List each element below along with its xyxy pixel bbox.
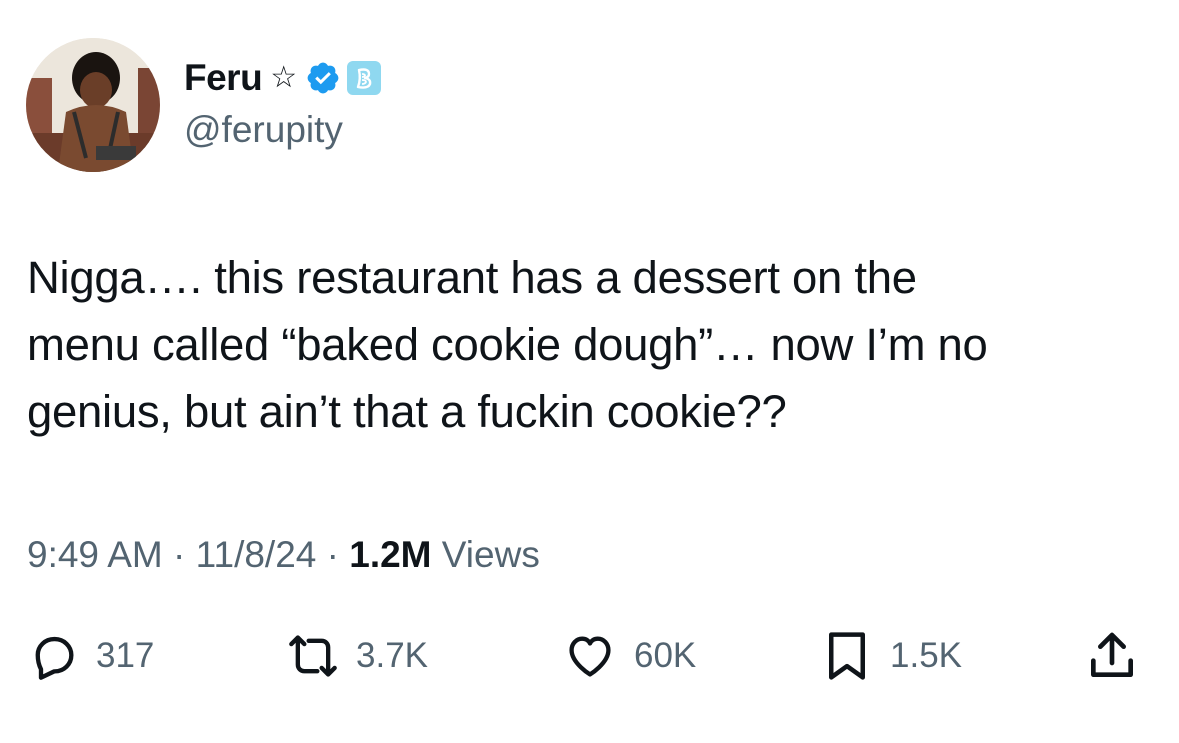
share-icon — [1091, 632, 1133, 677]
bookmark-count: 1.5K — [890, 636, 962, 675]
like-count: 60K — [634, 636, 697, 675]
tweet-text-line: genius, but ain’t that a fuckin cookie?? — [27, 386, 787, 437]
display-name[interactable]: Feru — [184, 56, 263, 100]
repost-button[interactable]: 3.7K — [286, 622, 428, 690]
heart-icon — [569, 636, 611, 677]
views-label: Views — [441, 534, 540, 575]
like-button[interactable]: 60K — [562, 622, 696, 690]
avatar-image — [26, 38, 160, 172]
tweet-text-line: Nigga…. this restaurant has a dessert on… — [27, 252, 917, 303]
tweet-text: Nigga…. this restaurant has a dessert on… — [27, 244, 1157, 445]
reply-count: 317 — [96, 636, 155, 675]
reply-icon — [35, 636, 74, 680]
tweet-meta: 9:49 AM · 11/8/24 · 1.2M Views — [27, 530, 540, 580]
action-bar: 317 3.7K 60K 1.5K — [0, 622, 1179, 690]
share-button[interactable] — [1084, 622, 1140, 690]
verified-badge-icon[interactable] — [305, 60, 341, 96]
author-name-row: Feru ☆ — [184, 56, 382, 100]
bookmark-button[interactable]: 1.5K — [820, 622, 962, 690]
repost-icon — [289, 635, 337, 677]
star-icon: ☆ — [270, 60, 298, 95]
views-count: 1.2M — [349, 534, 432, 575]
author-handle[interactable]: @ferupity — [184, 108, 343, 152]
reply-button[interactable]: 317 — [28, 622, 154, 690]
tweet-date[interactable]: 11/8/24 — [196, 534, 317, 575]
bookmark-icon — [829, 632, 865, 680]
tweet-text-line: menu called “baked cookie dough”… now I’… — [27, 319, 988, 370]
tweet-card: Feru ☆ @ferupity Nigga…. this restaurant… — [0, 0, 1179, 743]
tweet-time[interactable]: 9:49 AM — [27, 534, 163, 575]
repost-count: 3.7K — [356, 636, 428, 675]
avatar[interactable] — [26, 38, 160, 172]
affiliate-badge-icon[interactable] — [347, 61, 382, 95]
meta-separator: · — [173, 534, 186, 575]
meta-separator: · — [326, 534, 339, 575]
